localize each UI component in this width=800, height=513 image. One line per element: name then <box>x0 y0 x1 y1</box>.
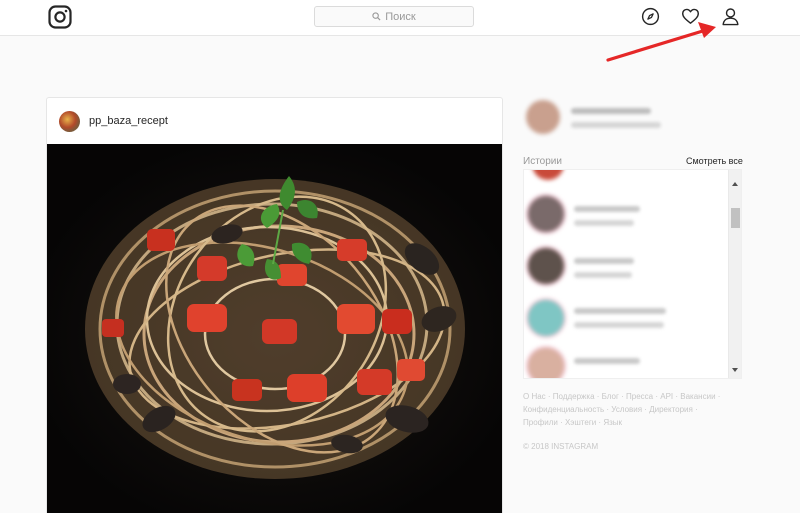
story-avatar[interactable] <box>528 196 564 232</box>
story-name-blur <box>574 308 666 314</box>
footer-links: О Нас · Поддержка · Блог · Пресса · API … <box>523 392 721 427</box>
annotation-arrow <box>606 22 716 62</box>
profile-summary[interactable] <box>523 96 743 136</box>
footer-link[interactable]: Язык <box>603 418 622 427</box>
search-input[interactable]: Поиск <box>314 6 474 27</box>
footer-link[interactable]: API <box>660 392 673 401</box>
story-avatar[interactable] <box>532 170 564 180</box>
footer-link[interactable]: Условия <box>611 405 642 414</box>
story-avatar[interactable] <box>528 248 564 284</box>
footer-link[interactable]: Пресса <box>626 392 653 401</box>
copyright: © 2018 INSTAGRAM <box>523 442 599 451</box>
footer-link[interactable]: Поддержка <box>553 392 595 401</box>
footer-link[interactable]: Блог <box>602 392 619 401</box>
post-header: pp_baza_recept <box>47 98 502 144</box>
story-name-blur <box>574 258 634 264</box>
story-time-blur <box>574 220 634 226</box>
stories-list[interactable] <box>523 169 742 379</box>
story-time-blur <box>574 272 632 278</box>
footer-link[interactable]: Профили <box>523 418 558 427</box>
scroll-down-arrow-icon[interactable] <box>732 368 738 372</box>
post-username[interactable]: pp_baza_recept <box>89 115 168 127</box>
avatar <box>526 100 560 134</box>
story-name-blur <box>574 206 640 212</box>
story-time-blur <box>574 322 664 328</box>
story-avatar[interactable] <box>528 348 564 378</box>
stories-scrollbar[interactable] <box>728 170 741 378</box>
footer-link[interactable]: О Нас <box>523 392 546 401</box>
instagram-logo-icon[interactable] <box>48 5 72 29</box>
story-avatar[interactable] <box>528 300 564 336</box>
footer-link[interactable]: Хэштеги <box>565 418 596 427</box>
search-placeholder: Поиск <box>385 10 416 23</box>
see-all-link[interactable]: Смотреть все <box>686 156 743 166</box>
footer-link[interactable]: Директория <box>649 405 693 414</box>
avatar[interactable] <box>59 110 80 132</box>
stories-label: Истории <box>523 156 562 167</box>
story-name-blur <box>574 358 640 364</box>
profile-name-blur <box>571 108 651 114</box>
feed-post: pp_baza_recept <box>46 97 503 513</box>
scroll-thumb[interactable] <box>731 208 740 228</box>
footer-link[interactable]: Вакансии <box>680 392 715 401</box>
search-icon <box>372 12 381 21</box>
footer-link[interactable]: Конфиденциальность <box>523 405 604 414</box>
post-photo[interactable] <box>47 144 503 513</box>
profile-subtitle-blur <box>571 122 661 128</box>
scroll-up-arrow-icon[interactable] <box>732 182 738 186</box>
